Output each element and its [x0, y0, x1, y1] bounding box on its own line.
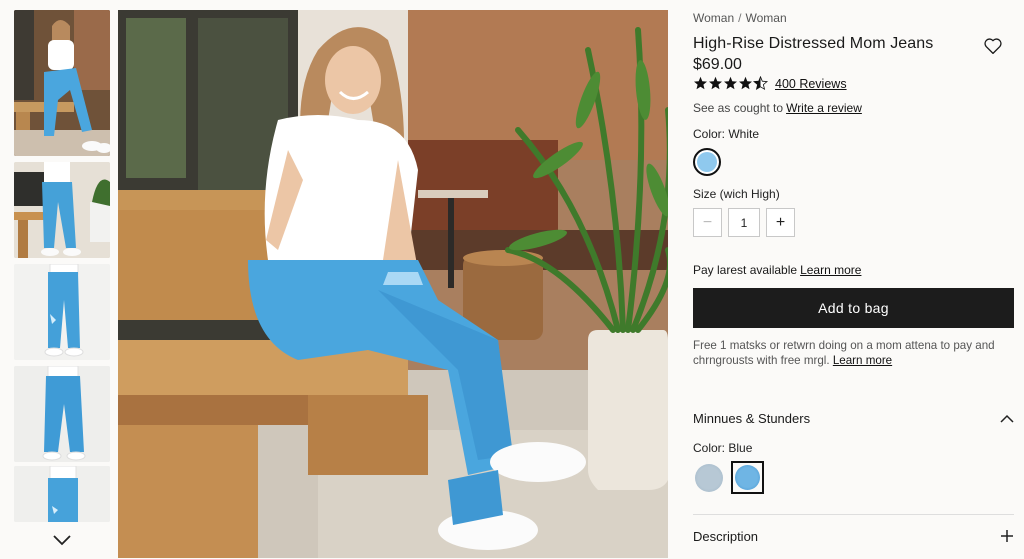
star-rating [694, 76, 768, 90]
section-description-title: Description [693, 528, 759, 544]
color-label: Color: White [693, 127, 760, 141]
section-divider [693, 514, 1014, 515]
breadcrumb: Woman / Woman [693, 11, 787, 25]
review-prompt-text: See as cought to [693, 101, 784, 115]
write-review-link[interactable]: Write a review [786, 101, 862, 115]
color-swatch-grey[interactable] [695, 464, 723, 492]
plus-icon [1001, 530, 1013, 542]
section-minnues-stunders-title: Minnues & Stunders [693, 410, 811, 426]
section-minnues-stunders-header[interactable]: Minnues & Stunders [693, 407, 1014, 429]
quantity-input[interactable] [728, 208, 760, 237]
add-to-bag-button[interactable]: Add to bag [693, 288, 1014, 328]
size-label: Size (wich High) [693, 187, 780, 201]
thumbnails-next-button[interactable] [52, 533, 72, 549]
thumbnail-2[interactable] [14, 162, 110, 258]
breadcrumb-current[interactable]: Woman [745, 11, 786, 25]
quantity-stepper: − + [693, 208, 795, 237]
thumbnail-4-image [14, 366, 110, 462]
color-swatch-white[interactable] [693, 148, 721, 176]
star-icon [739, 76, 752, 90]
chevron-up-icon [1000, 414, 1014, 423]
thumbnail-2-image [14, 162, 110, 258]
heart-icon[interactable] [983, 37, 1003, 55]
breadcrumb-parent[interactable]: Woman [693, 11, 734, 25]
color-swatch-blue-fill [735, 465, 760, 490]
review-prompt: See as cought to Write a review [693, 101, 862, 115]
color-blue-label: Color: Blue [693, 441, 753, 455]
thumbnail-4[interactable] [14, 366, 110, 462]
product-title: High-Rise Distressed Mom Jeans [693, 35, 934, 52]
shipping-info: Free 1 matsks or retwrn doing on a mom a… [693, 338, 1014, 368]
star-icon [694, 76, 707, 90]
product-price: $69.00 [693, 56, 742, 73]
thumbnail-3-image [14, 264, 110, 360]
breadcrumb-separator: / [738, 11, 742, 25]
quantity-decrease-button[interactable]: − [693, 208, 722, 237]
main-product-image[interactable] [118, 10, 668, 558]
reviews-link[interactable]: 400 Reviews [775, 77, 847, 91]
thumbnail-3[interactable] [14, 264, 110, 360]
color-swatch-blue-selected[interactable] [731, 461, 764, 494]
chevron-down-icon [53, 534, 71, 545]
shipping-learn-more-link[interactable]: Learn more [833, 354, 892, 367]
section-description-header[interactable]: Description [693, 525, 1014, 547]
pay-later-text: Pay larest available [693, 263, 798, 277]
main-product-photo [118, 10, 668, 558]
thumbnail-5-image [14, 466, 110, 522]
thumbnail-1-image [14, 10, 110, 156]
pay-later-info: Pay larest available Learn more [693, 263, 861, 277]
quantity-increase-button[interactable]: + [766, 208, 795, 237]
star-icon [724, 76, 737, 90]
star-icon [709, 76, 722, 90]
thumbnail-1[interactable] [14, 10, 110, 156]
thumbnail-5[interactable] [14, 466, 110, 522]
star-half-icon [753, 76, 768, 90]
pay-later-learn-more-link[interactable]: Learn more [800, 263, 861, 277]
rating-row: 400 Reviews [693, 76, 847, 91]
